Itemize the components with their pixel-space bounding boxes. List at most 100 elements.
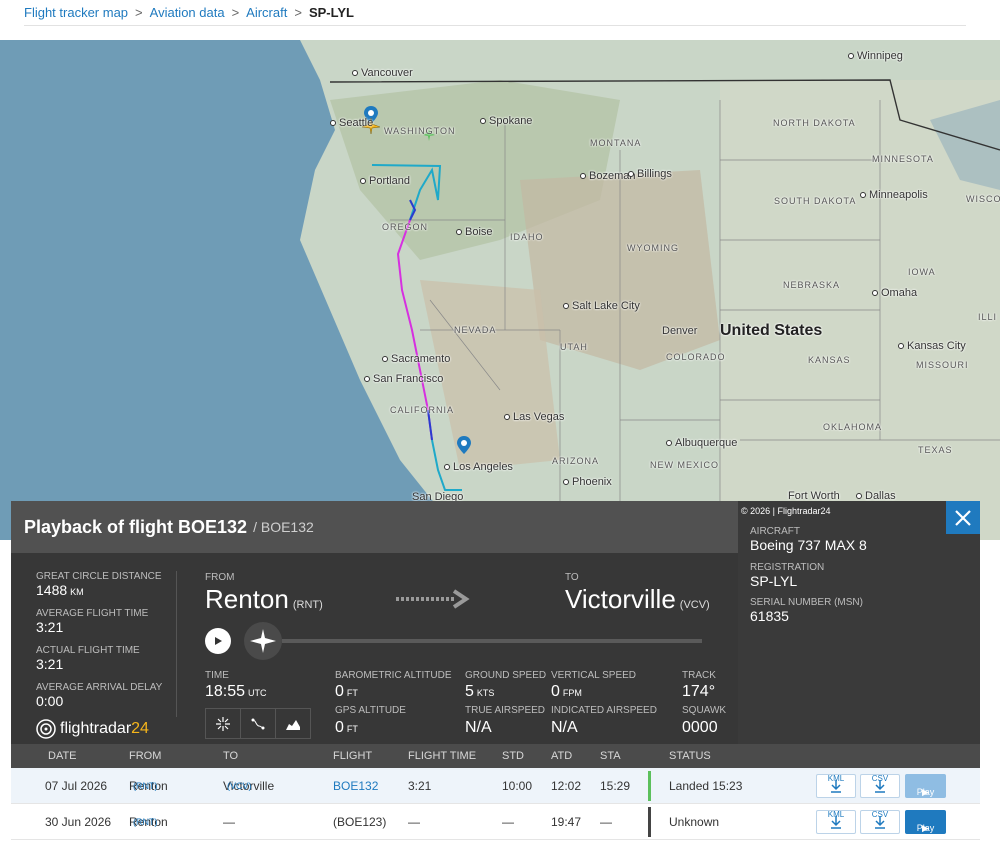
- playback-timeline[interactable]: [282, 639, 702, 643]
- cell-flight-time: —: [408, 815, 420, 829]
- destination-city: Victorville (VCV): [565, 584, 710, 614]
- map-label-nevada: NEVADA: [454, 325, 497, 335]
- breadcrumb-flight-tracker-map[interactable]: Flight tracker map: [24, 5, 128, 20]
- play-flight-button[interactable]: ▶ Play: [905, 810, 946, 834]
- route-arrow-icon: [396, 589, 470, 609]
- flight-map[interactable]: Vancouver Seattle Spokane WASHINGTON Por…: [0, 40, 1000, 540]
- airplane-icon: [250, 629, 276, 653]
- stat-actual-flight-time: ACTUAL FLIGHT TIME 3:21: [36, 645, 140, 672]
- cell-flight-time: 3:21: [408, 779, 432, 793]
- map-label-texas: TEXAS: [918, 445, 953, 455]
- flights-table-header: DATE FROM TO FLIGHT FLIGHT TIME STD ATD …: [11, 744, 980, 768]
- map-label-las-vegas: Las Vegas: [504, 411, 564, 423]
- crosshair-icon: [216, 716, 230, 731]
- map-label-washington: WASHINGTON: [384, 126, 456, 136]
- map-label-billings: Billings: [628, 168, 672, 180]
- cell-flight: (BOE123): [333, 815, 387, 829]
- stat-average-flight-time: AVERAGE FLIGHT TIME 3:21: [36, 608, 149, 635]
- map-label-salt-lake-city: Salt Lake City: [563, 300, 640, 312]
- destination-code: (VCV): [679, 599, 710, 611]
- download-csv-button[interactable]: CSV: [860, 810, 900, 834]
- registration-info: REGISTRATION SP-LYL: [750, 562, 825, 589]
- table-row[interactable]: 30 Jun 2026 Renton (RNT) — (BOE123) — — …: [11, 804, 980, 840]
- map-label-arizona: ARIZONA: [552, 456, 600, 466]
- cell-atd: 19:47: [551, 815, 582, 829]
- true-airspeed-label: TRUE AIRSPEED: [465, 705, 546, 716]
- map-label-phoenix: Phoenix: [563, 476, 612, 488]
- map-label-winnipeg: Winnipeg: [848, 50, 903, 62]
- cell-date: 07 Jul 2026: [45, 779, 108, 793]
- map-label-united-states: United States: [720, 322, 823, 339]
- aircraft-info: AIRCRAFT Boeing 737 MAX 8: [750, 526, 867, 553]
- map-label-seattle: Seattle: [330, 117, 373, 129]
- breadcrumb-current: SP-LYL: [308, 5, 354, 20]
- close-button[interactable]: [946, 501, 980, 534]
- gps-altitude-value: 0 FT: [335, 719, 358, 736]
- indicated-airspeed-label: INDICATED AIRSPEED: [551, 705, 657, 716]
- close-icon: [955, 509, 971, 526]
- barometric-altitude-label: BAROMETRIC ALTITUDE: [335, 670, 452, 681]
- serial-number-value: 61835: [750, 608, 789, 624]
- time-label: TIME: [205, 670, 229, 681]
- map-label-san-francisco: San Francisco: [364, 373, 443, 385]
- download-kml-button[interactable]: KML: [816, 810, 856, 834]
- cell-date: 30 Jun 2026: [45, 815, 112, 829]
- aircraft-info-panel: © 2026 | Flightradar24 AIRCRAFT Boeing 7…: [738, 501, 980, 744]
- map-label-vancouver: Vancouver: [352, 67, 413, 79]
- map-label-sacramento: Sacramento: [382, 353, 450, 365]
- map-label-denver: Denver: [662, 325, 698, 337]
- barometric-altitude-value: 0 FT: [335, 683, 358, 700]
- map-label-utah: UTAH: [560, 342, 588, 352]
- map-label-missouri: MISSOURI: [916, 360, 969, 370]
- status-indicator: [648, 807, 651, 837]
- breadcrumb-separator: >: [135, 5, 143, 20]
- download-kml-button[interactable]: KML: [816, 774, 856, 798]
- play-flight-button[interactable]: ▶ Play: [905, 774, 946, 798]
- map-label-wyoming: WYOMING: [627, 243, 679, 253]
- to-label: TO: [565, 572, 579, 583]
- breadcrumb-aviation-data[interactable]: Aviation data: [150, 5, 225, 20]
- time-value: 18:55 UTC: [205, 683, 267, 700]
- map-label-kansas: KANSAS: [808, 355, 851, 365]
- cell-flight[interactable]: BOE132: [333, 768, 378, 804]
- playback-title: Playback of flight BOE132: [24, 516, 248, 537]
- map-label-spokane: Spokane: [480, 115, 532, 127]
- breadcrumb-separator: >: [294, 5, 302, 20]
- map-label-montana: MONTANA: [590, 138, 642, 148]
- route-button[interactable]: [241, 709, 276, 738]
- radar-logo-icon: [36, 719, 56, 739]
- table-row[interactable]: 07 Jul 2026 Renton (RNT) Victorville (VC…: [11, 768, 980, 804]
- map-label-illinois: ILLI: [978, 312, 998, 322]
- breadcrumb-separator: >: [231, 5, 240, 20]
- cell-sta: 15:29: [600, 779, 631, 793]
- center-view-button[interactable]: [206, 709, 241, 738]
- ground-speed-value: 5 KTS: [465, 683, 495, 700]
- destination-pin-icon[interactable]: [457, 436, 471, 454]
- cell-std: 10:00: [502, 779, 533, 793]
- map-label-colorado: COLORADO: [666, 352, 726, 362]
- track-label: TRACK: [682, 670, 716, 681]
- playback-play-button[interactable]: [205, 628, 231, 654]
- map-label-north-dakota: NORTH DAKOTA: [773, 118, 856, 128]
- column-std: STD: [502, 750, 524, 762]
- breadcrumb-aircraft[interactable]: Aircraft: [246, 5, 287, 20]
- panel-divider: [176, 571, 177, 717]
- ground-speed-label: GROUND SPEED: [465, 670, 547, 681]
- origin-code: (RNT): [292, 599, 323, 611]
- altitude-graph-button[interactable]: [276, 709, 310, 738]
- map-label-california: CALIFORNIA: [390, 405, 455, 415]
- from-label: FROM: [205, 572, 235, 583]
- serial-number-info: SERIAL NUMBER (MSN) 61835: [750, 597, 863, 624]
- cell-status: Landed 15:23: [669, 779, 743, 793]
- cell-atd: 12:02: [551, 779, 582, 793]
- column-flight-time: FLIGHT TIME: [408, 750, 477, 762]
- column-to: TO: [223, 750, 239, 762]
- stat-great-circle-distance: GREAT CIRCLE DISTANCE 1488 KM: [36, 571, 162, 598]
- vertical-speed-label: VERTICAL SPEED: [551, 670, 637, 681]
- true-airspeed-value: N/A: [465, 719, 492, 736]
- playback-scrubber-handle[interactable]: [244, 622, 282, 660]
- download-csv-button[interactable]: CSV: [860, 774, 900, 798]
- column-atd: ATD: [551, 750, 573, 762]
- play-icon: [215, 637, 222, 645]
- column-flight: FLIGHT: [333, 750, 373, 762]
